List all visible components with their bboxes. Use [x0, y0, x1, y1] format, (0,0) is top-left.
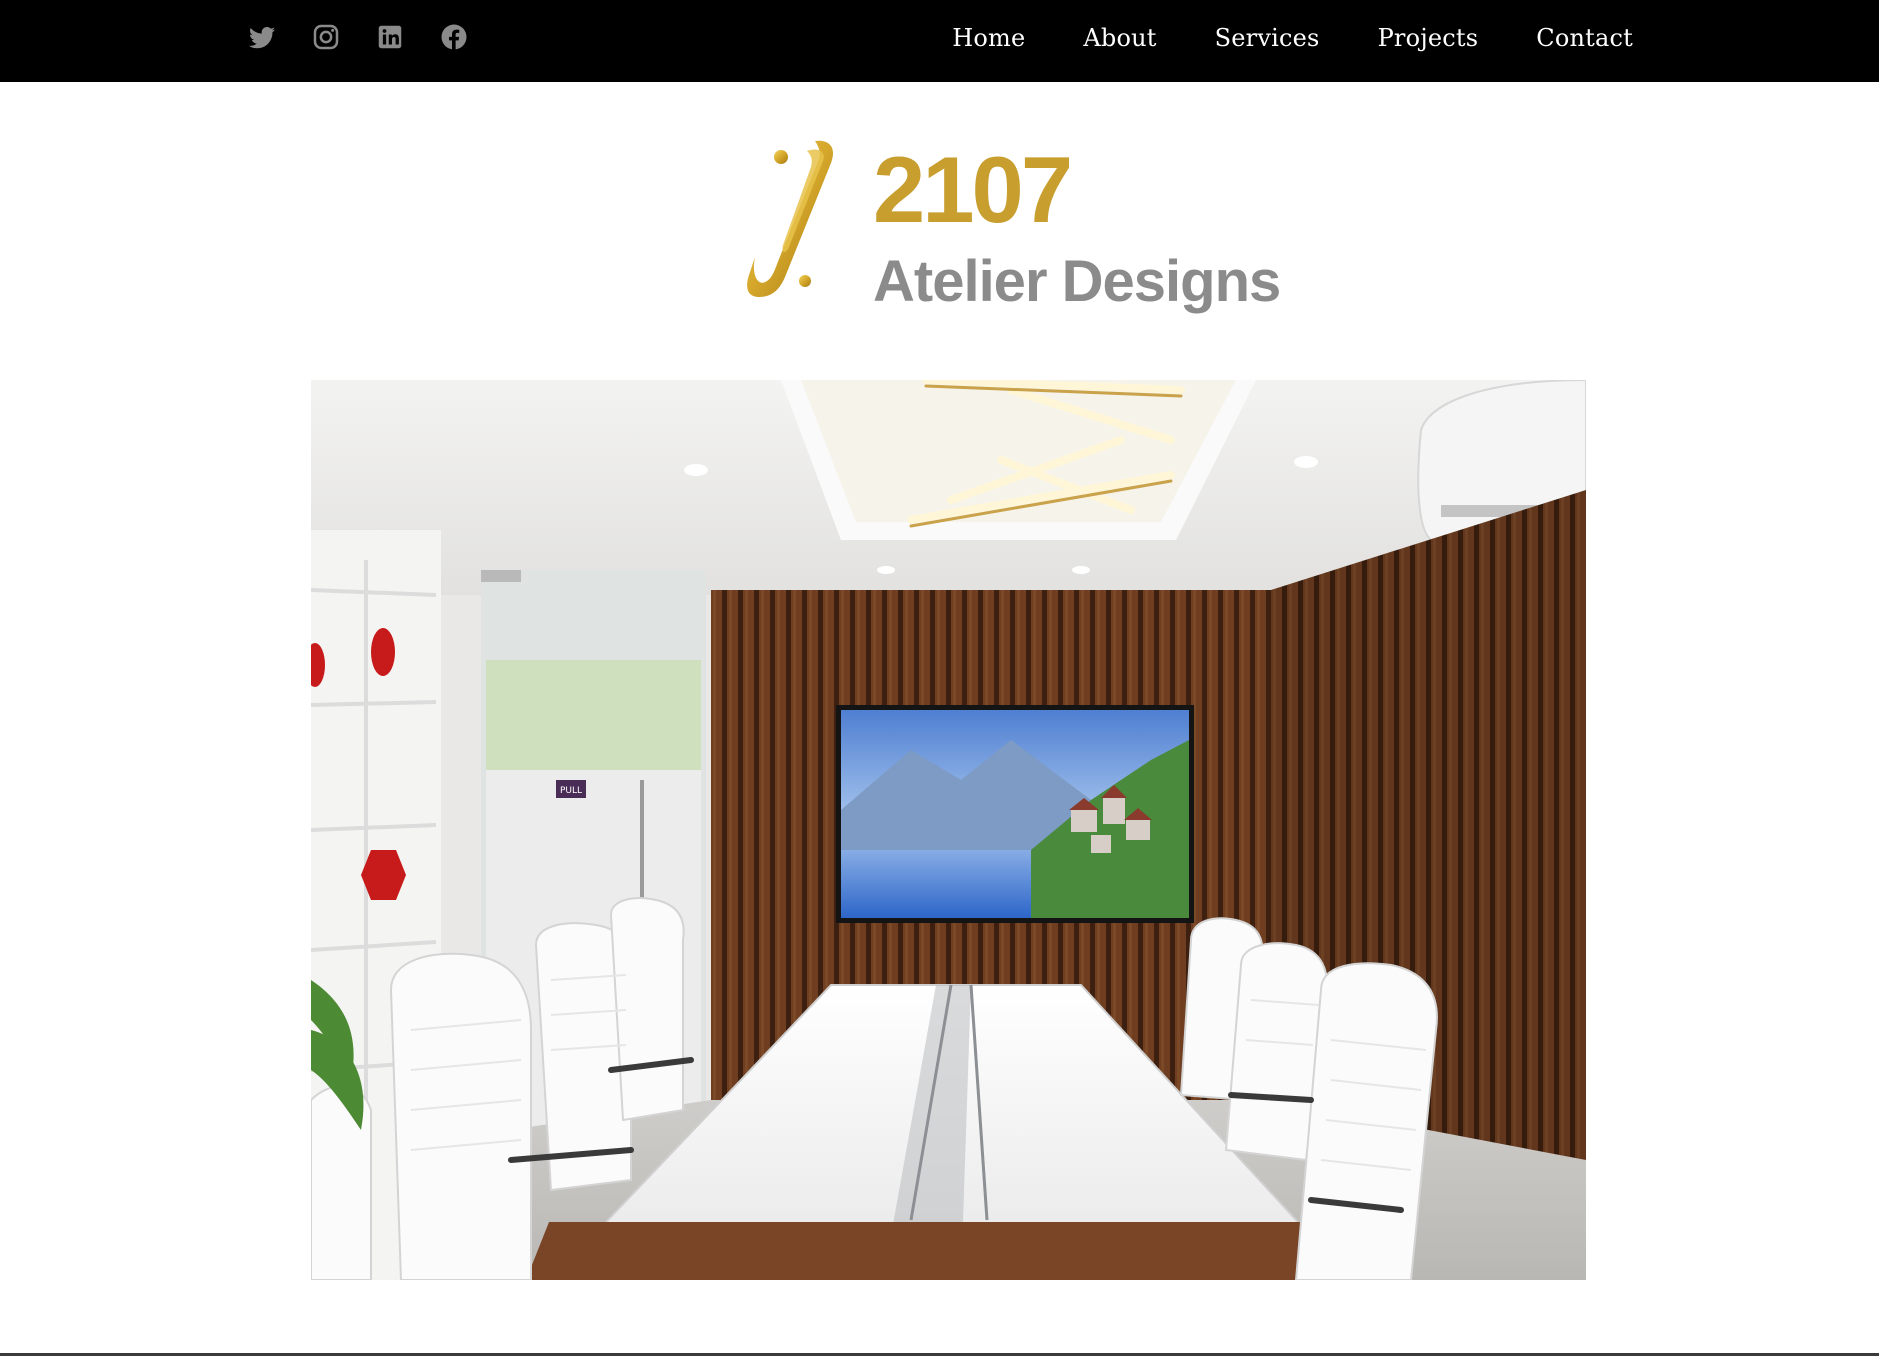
brand-logo[interactable]: 2107 Atelier Designs [745, 135, 1281, 325]
main-nav: Home About Services Projects Contact [952, 18, 1633, 58]
logo-mark-icon [747, 140, 834, 297]
nav-services-link[interactable]: Services [1215, 24, 1320, 52]
hero-image: PULL [311, 380, 1586, 1280]
linkedin-icon[interactable] [375, 22, 405, 52]
top-navigation-bar: Home About Services Projects Contact [0, 0, 1879, 82]
nav-projects-link[interactable]: Projects [1378, 24, 1479, 52]
door-pull-sign: PULL [560, 786, 582, 796]
nav-contact-link[interactable]: Contact [1536, 24, 1633, 52]
social-links [247, 22, 469, 52]
facebook-icon[interactable] [439, 22, 469, 52]
nav-about-link[interactable]: About [1083, 24, 1156, 52]
twitter-icon[interactable] [247, 22, 277, 52]
nav-home-link[interactable]: Home [952, 24, 1025, 52]
logo-company-name: Atelier Designs [873, 249, 1281, 314]
instagram-icon[interactable] [311, 22, 341, 52]
logo-number: 2107 [873, 137, 1073, 242]
